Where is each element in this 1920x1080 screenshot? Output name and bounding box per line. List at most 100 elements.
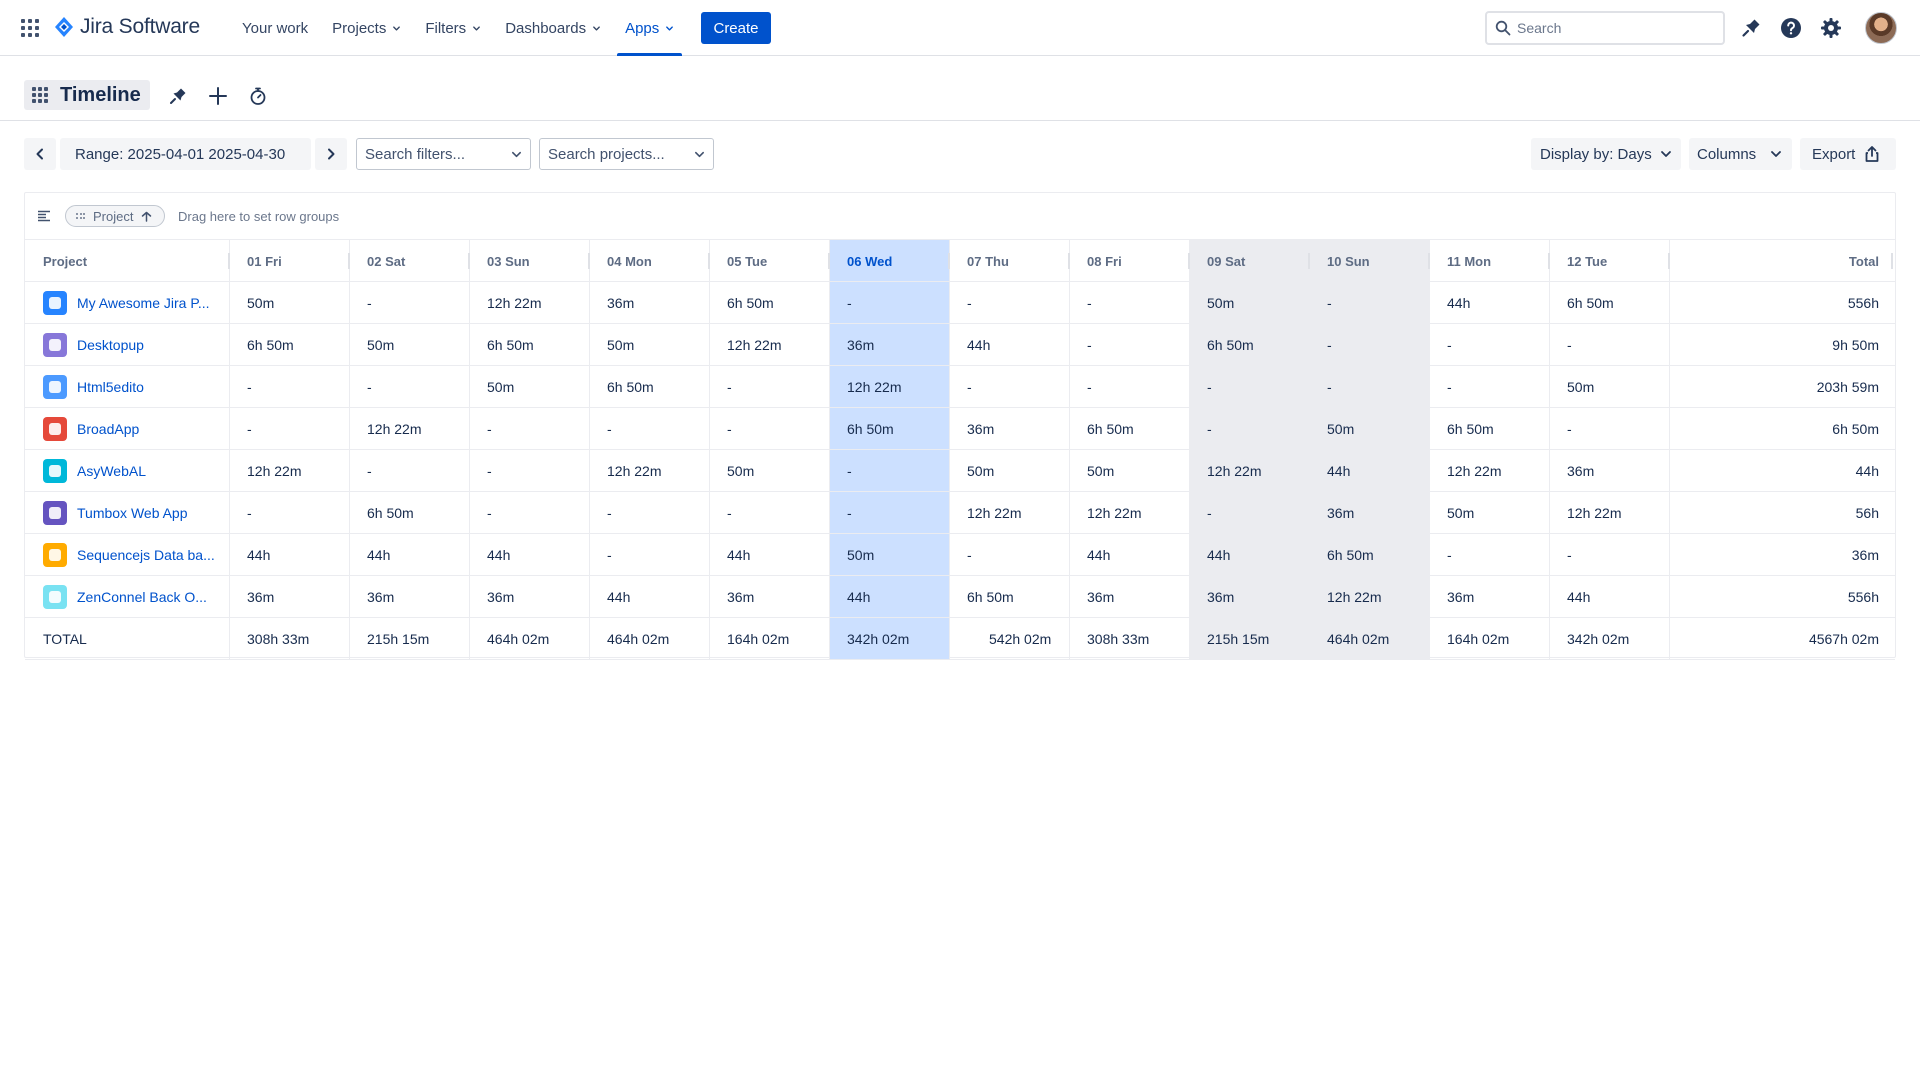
project-cell: ZenConnel Back O... [43,576,222,618]
row-group-bar: Project Drag here to set row groups [25,193,1895,240]
columns-dropdown[interactable]: Columns [1689,138,1792,170]
export-button[interactable]: Export [1800,138,1896,170]
total-cell: 464h 02m [487,631,550,647]
column-resize-handle[interactable] [588,253,590,269]
page-header: Timeline [0,57,1920,121]
column-resize-handle[interactable] [1548,253,1550,269]
column-header-day[interactable]: 12 Tue [1567,240,1665,282]
column-resize-handle[interactable] [948,253,950,269]
column-resize-handle[interactable] [1068,253,1070,269]
project-link[interactable]: Desktopup [77,337,144,353]
drag-handle-icon[interactable] [76,212,85,220]
project-link[interactable]: ZenConnel Back O... [77,589,207,605]
row-total-cell: 556h [1847,589,1879,605]
project-group-chip[interactable]: Project [65,205,165,227]
project-link[interactable]: My Awesome Jira P... [77,295,210,311]
time-cell: 50m [367,337,395,353]
export-label: Export [1812,145,1856,163]
global-search[interactable] [1485,11,1725,45]
nav-item-your-work[interactable]: Your work [230,0,320,56]
chevron-down-icon [666,25,674,31]
column-resize-handle[interactable] [1308,253,1310,269]
column-header-day[interactable]: 08 Fri [1087,240,1185,282]
column-resize-handle[interactable] [348,253,350,269]
settings-icon[interactable] [1819,16,1843,40]
help-icon[interactable] [1779,16,1803,40]
column-header-day[interactable]: 09 Sat [1207,240,1305,282]
time-cell: 6h 50m [1327,547,1374,563]
column-header-day[interactable]: 01 Fri [247,240,345,282]
column-resize-handle[interactable] [1668,253,1670,269]
total-cell: 464h 02m [1327,631,1390,647]
rocket-icon[interactable] [168,86,188,106]
grid-icon [32,87,48,103]
search-input[interactable] [1517,20,1707,36]
stopwatch-icon[interactable] [248,86,268,106]
project-link[interactable]: BroadApp [77,421,139,437]
time-cell: 12h 22m [367,421,422,437]
column-resize-handle[interactable] [468,253,470,269]
column-header-project[interactable]: Project [43,240,203,282]
time-cell: - [847,505,852,521]
column-header-day[interactable]: 05 Tue [727,240,825,282]
table-row: Desktopup 6h 50m 50m 6h 50m 50m 12h 22m 36m 44h… [25,324,1895,366]
column-header-day[interactable]: 11 Mon [1447,240,1545,282]
jira-logo[interactable]: Jira Software [54,15,200,39]
time-cell: 6h 50m [847,421,894,437]
table-row: Sequencejs Data ba... 44h 44h 44h - 44h 50m - 44… [25,534,1895,576]
display-by-dropdown[interactable]: Display by: Days [1531,138,1681,170]
table-row: My Awesome Jira P... 50m - 12h 22m 36m 6h 50m… [25,282,1895,324]
time-cell: 6h 50m [1207,337,1254,353]
column-resize-handle[interactable] [1188,253,1190,269]
project-link[interactable]: Tumbox Web App [77,505,188,521]
time-cell: 12h 22m [967,505,1022,521]
user-avatar[interactable] [1865,12,1897,44]
nav-item-filters[interactable]: Filters [413,0,493,56]
header-row: Project 01 Fri 02 Sat 03 Sun 04 Mon 05 Tue 06 … [25,240,1895,282]
column-resize-handle[interactable] [708,253,710,269]
column-header-day[interactable]: 10 Sun [1327,240,1425,282]
time-cell: 50m [1327,421,1355,437]
project-avatar-icon [43,543,67,567]
total-cell: 215h 15m [367,631,430,647]
column-header-day[interactable]: 04 Mon [607,240,705,282]
column-header-day[interactable]: 03 Sun [487,240,585,282]
column-header-day[interactable]: 02 Sat [367,240,465,282]
app-switcher-icon[interactable] [20,18,40,38]
next-range-button[interactable] [315,138,347,170]
time-cell: - [1447,337,1452,353]
column-resize-handle[interactable] [828,253,830,269]
nav-item-apps[interactable]: Apps [613,0,686,56]
total-cell: 308h 33m [247,631,310,647]
column-resize-handle[interactable] [228,253,230,269]
time-cell: - [967,295,972,311]
date-range-picker[interactable]: Range: 2025-04-01 2025-04-30 [60,138,311,170]
sort-ascending-icon[interactable] [141,211,152,222]
project-avatar-icon [43,585,67,609]
project-select[interactable]: Search projects... [539,138,714,170]
plus-icon[interactable] [208,86,228,106]
project-link[interactable]: Sequencejs Data ba... [77,547,215,563]
notifications-icon[interactable] [1739,16,1763,40]
project-cell: Html5edito [43,366,222,408]
chevron-down-icon [1771,151,1782,157]
project-link[interactable]: Html5edito [77,379,144,395]
create-button[interactable]: Create [701,12,771,44]
previous-range-button[interactable] [24,138,56,170]
row-total-cell: 44h [1855,463,1879,479]
time-cell: 6h 50m [1447,421,1494,437]
column-resize-handle[interactable] [1891,253,1893,269]
nav-item-projects[interactable]: Projects [320,0,413,56]
column-resize-handle[interactable] [1428,253,1430,269]
column-header-total[interactable]: Total [1669,240,1879,282]
time-cell: 36m [247,589,275,605]
time-cell: 12h 22m [1207,463,1262,479]
column-header-day[interactable]: 07 Thu [967,240,1065,282]
time-cell: - [487,505,492,521]
timeline-menu[interactable]: Timeline [24,80,150,110]
filter-select[interactable]: Search filters... [356,138,531,170]
nav-item-dashboards[interactable]: Dashboards [493,0,613,56]
project-link[interactable]: AsyWebAL [77,463,146,479]
column-header-day[interactable]: 06 Wed [847,240,945,282]
time-cell: - [847,295,852,311]
